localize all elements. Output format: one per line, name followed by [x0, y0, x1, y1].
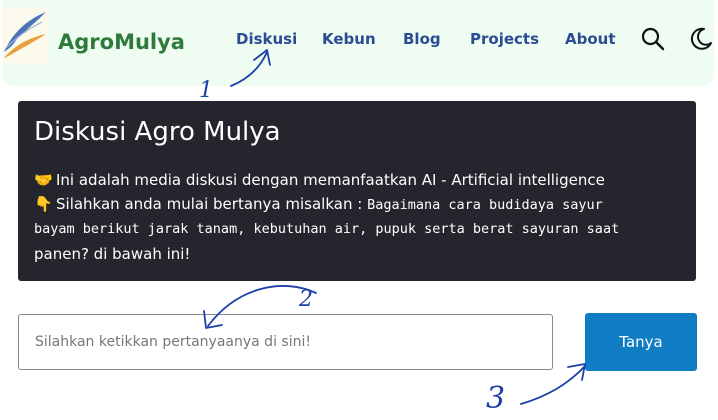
- nav-link-about[interactable]: About: [565, 30, 616, 48]
- hero-example-question: Bagaimana cara budidaya sayur: [367, 197, 603, 213]
- brand-name[interactable]: AgroMulya: [58, 30, 185, 54]
- search-icon[interactable]: [640, 26, 666, 52]
- nav-link-blog[interactable]: Blog: [403, 30, 441, 48]
- moon-icon[interactable]: [688, 26, 714, 52]
- nav-link-diskusi[interactable]: Diskusi: [236, 30, 297, 48]
- hero-example-question-cont: bayam berikut jarak tanam, kebutuhan air…: [34, 221, 620, 237]
- hero-prompt-lead: Silahkan anda mulai bertanya misalkan :: [56, 195, 363, 213]
- hero-prompt-tail: panen? di bawah ini!: [34, 245, 191, 263]
- logo-icon[interactable]: [2, 8, 48, 64]
- ask-button[interactable]: Tanya: [585, 313, 697, 371]
- handshake-icon: 🤝: [34, 171, 53, 189]
- nav-link-projects[interactable]: Projects: [470, 30, 539, 48]
- point-down-icon: 👇: [34, 195, 53, 213]
- annotation-2: 2: [298, 287, 313, 312]
- hero-panel: Diskusi Agro Mulya 🤝 Ini adalah media dis…: [18, 101, 696, 281]
- annotation-3: 3: [486, 381, 505, 416]
- hero-title: Diskusi Agro Mulya: [34, 117, 281, 147]
- nav-link-kebun[interactable]: Kebun: [322, 30, 376, 48]
- hero-line-prompt: 👇 Silahkan anda mulai bertanya misalkan :…: [34, 195, 603, 213]
- hero-line-intro: 🤝 Ini adalah media diskusi dengan memanfa…: [34, 171, 605, 189]
- hero-intro-text: Ini adalah media diskusi dengan memanfaa…: [56, 171, 605, 189]
- question-input[interactable]: [18, 314, 553, 370]
- navbar: AgroMulya Diskusi Kebun Blog Projects Ab…: [2, 0, 714, 86]
